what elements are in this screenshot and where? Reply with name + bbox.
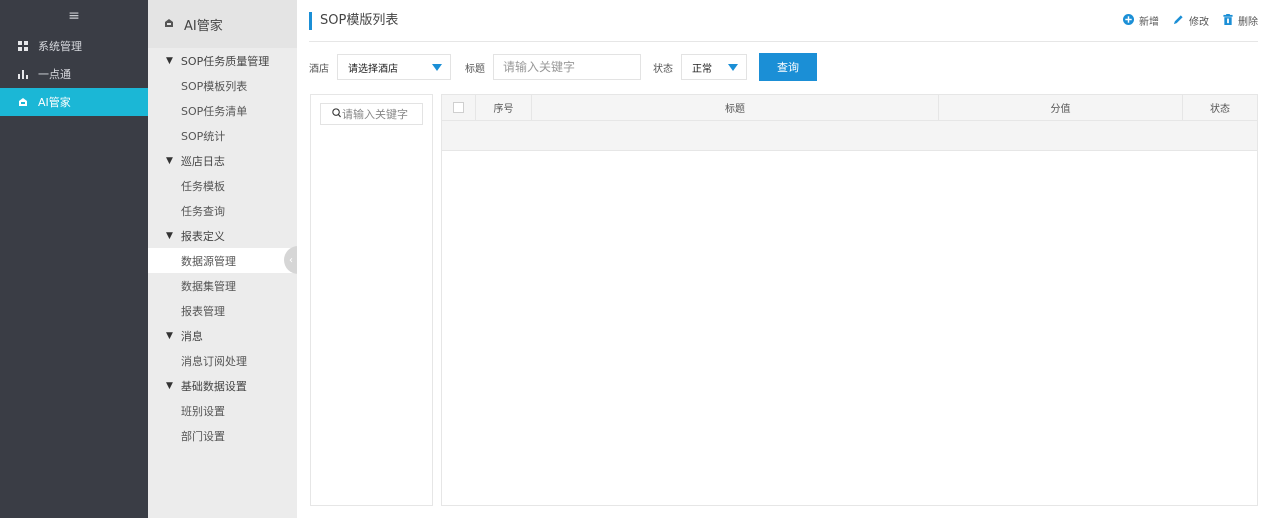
menu-item-shift-settings[interactable]: 班别设置 xyxy=(148,398,297,423)
menu-group-label: 报表定义 xyxy=(180,229,225,243)
menu-item-task-template[interactable]: 任务模板 xyxy=(148,173,297,198)
select-all-checkbox[interactable] xyxy=(453,102,464,113)
triangle-down-icon: ▼ xyxy=(166,155,173,166)
menu-group-label: 消息 xyxy=(180,329,203,343)
menu-item-report-manage[interactable]: 报表管理 xyxy=(148,298,297,323)
column-header-title[interactable]: 标题 xyxy=(532,95,939,120)
sub-menu-title: AI管家 xyxy=(184,18,223,34)
pencil-icon xyxy=(1173,14,1184,28)
hotel-select-value: 请选择酒店 xyxy=(348,63,398,75)
filter-bar: 酒店 请选择酒店 标题 状态 正常 查询 xyxy=(309,52,817,82)
menu-item-dataset[interactable]: 数据集管理 xyxy=(148,273,297,298)
chevron-left-icon: ‹ xyxy=(289,254,293,266)
menu-group-report-def[interactable]: ▼ 报表定义 xyxy=(148,223,297,248)
ai-icon xyxy=(16,97,30,107)
menu-group-sop[interactable]: ▼ SOP任务质量管理 xyxy=(148,48,297,73)
page-header: SOP模版列表 新增 修改 删除 xyxy=(309,0,1258,42)
sub-menu: AI管家 ▼ SOP任务质量管理 SOP模板列表 SOP任务清单 SOP统计 ▼ 巡… xyxy=(148,0,297,518)
main-nav: ≡ 系统管理 一点通 AI管家 xyxy=(0,0,148,518)
bar-chart-icon xyxy=(16,69,30,79)
tree-search-box[interactable] xyxy=(320,103,423,125)
menu-toggle-icon[interactable]: ≡ xyxy=(0,0,148,32)
search-icon xyxy=(332,107,341,121)
edit-button[interactable]: 修改 xyxy=(1173,13,1209,28)
status-select[interactable]: 正常 xyxy=(681,54,747,80)
triangle-down-icon: ▼ xyxy=(166,55,173,66)
data-table: 序号 标题 分值 状态 xyxy=(441,94,1258,506)
menu-group-message[interactable]: ▼ 消息 xyxy=(148,323,297,348)
menu-item-task-query[interactable]: 任务查询 xyxy=(148,198,297,223)
menu-item-department-settings[interactable]: 部门设置 xyxy=(148,423,297,448)
column-header-score[interactable]: 分值 xyxy=(939,95,1183,120)
menu-group-patrol-log[interactable]: ▼ 巡店日志 xyxy=(148,148,297,173)
caret-down-icon xyxy=(432,64,442,71)
menu-group-basic-data[interactable]: ▼ 基础数据设置 xyxy=(148,373,297,398)
menu-group-label: 巡店日志 xyxy=(180,154,225,168)
status-label: 状态 xyxy=(653,63,673,75)
main-content: SOP模版列表 新增 修改 删除 酒店 请选择酒店 标题 请输入关键字 状态 正… xyxy=(297,0,1268,518)
grid-icon xyxy=(16,41,30,51)
triangle-down-icon: ▼ xyxy=(166,380,173,391)
nav-item-label: 一点通 xyxy=(38,68,71,81)
status-select-value: 正常 xyxy=(692,63,712,75)
page-title: SOP模版列表 xyxy=(309,11,398,30)
hotel-label: 酒店 xyxy=(309,63,329,75)
triangle-down-icon: ▼ xyxy=(166,330,173,341)
table-header: 序号 标题 分值 状态 xyxy=(442,95,1257,121)
trash-icon xyxy=(1223,13,1233,28)
menu-item-message-subscribe[interactable]: 消息订阅处理 xyxy=(148,348,297,373)
nav-item-system[interactable]: 系统管理 xyxy=(0,32,148,60)
select-all-cell xyxy=(442,95,476,120)
plus-circle-icon xyxy=(1123,13,1134,28)
tree-panel xyxy=(310,94,433,506)
add-button[interactable]: 新增 xyxy=(1123,13,1159,28)
nav-item-yidiantong[interactable]: 一点通 xyxy=(0,60,148,88)
toolbar: 新增 修改 删除 xyxy=(1123,13,1258,28)
menu-item-sop-task-list[interactable]: SOP任务清单 xyxy=(148,98,297,123)
menu-item-sop-template-list[interactable]: SOP模板列表 xyxy=(148,73,297,98)
menu-item-datasource[interactable]: 数据源管理 xyxy=(148,248,297,273)
add-button-label: 新增 xyxy=(1139,17,1159,28)
nav-item-label: AI管家 xyxy=(38,96,71,109)
tree-search-input[interactable] xyxy=(342,107,422,121)
hotel-select[interactable]: 请选择酒店 xyxy=(337,54,451,80)
column-header-status[interactable]: 状态 xyxy=(1183,95,1257,120)
column-header-index[interactable]: 序号 xyxy=(476,95,532,120)
caret-down-icon xyxy=(728,64,738,71)
delete-button-label: 删除 xyxy=(1238,17,1258,28)
query-button[interactable]: 查询 xyxy=(759,53,817,81)
nav-item-label: 系统管理 xyxy=(38,40,82,53)
delete-button[interactable]: 删除 xyxy=(1223,13,1258,28)
ai-icon xyxy=(164,18,174,31)
title-search-input[interactable] xyxy=(493,54,641,80)
table-row xyxy=(442,121,1257,151)
triangle-down-icon: ▼ xyxy=(166,230,173,241)
menu-group-label: 基础数据设置 xyxy=(180,379,247,393)
menu-group-label: SOP任务质量管理 xyxy=(180,54,270,68)
menu-item-sop-stats[interactable]: SOP统计 xyxy=(148,123,297,148)
sub-menu-header: AI管家 xyxy=(148,0,297,48)
edit-button-label: 修改 xyxy=(1189,17,1209,28)
title-label: 标题 xyxy=(465,63,485,75)
nav-item-ai[interactable]: AI管家 xyxy=(0,88,148,116)
